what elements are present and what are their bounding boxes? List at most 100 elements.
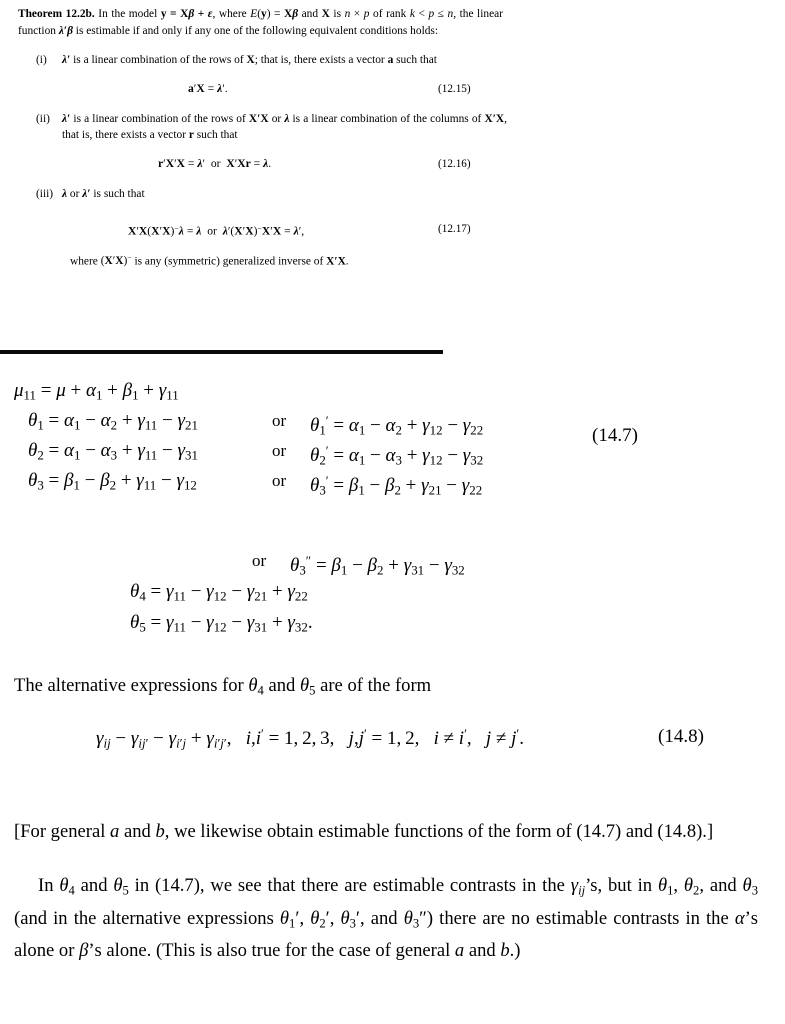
theorem-line2-c: is estimable if and only if any one of [72,24,243,37]
para2-theta3: θ3 [742,875,758,898]
matrix-dimensions: n × p [344,8,370,20]
equation-block-14-7-continued: or θ3″ = β1 − β2 + γ31 − γ32 θ4 = γ11 − … [14,545,714,638]
para2-theta2-prime: θ2′ [310,907,330,931]
theorem-intro-2: , where [212,8,251,20]
or-label-theta2: or [272,441,287,460]
condition-ii-text-f: is a linear combination of [289,112,410,125]
para2-text-i: ) there are no estimable contrasts in th… [426,907,735,929]
condition-i-text-b: is a linear combination of the rows of [70,54,247,67]
para2-alpha: α [734,907,745,929]
rank-condition: k < p ≤ n [409,8,454,20]
alt-text-b: and [263,675,301,696]
expectation-equation: E(y) = Xβ [250,8,299,20]
para2-gamma-ij: γij [570,875,586,898]
eqno-12-17: (12.17) [438,222,471,235]
section-divider-rule [0,350,443,354]
where-text-a: where [70,255,101,268]
para2-theta5: θ5 [113,875,129,898]
equation-12-16: r′X′X = λ′ or X′Xr = λ. [158,156,272,170]
eqno-14-8: (14.8) [658,726,704,747]
eqno-14-7: (14.7) [592,425,638,446]
or-label-theta3pp: or [252,551,267,570]
eqno-12-15: (12.15) [438,82,471,95]
equation-12-15: a′X = λ′. [188,81,228,95]
theorem-block: Theorem 12.2b. In the model y = Xβ + ε, … [18,6,507,270]
or-label-theta3: or [272,471,287,490]
para2-text-m: .) [509,940,521,962]
equation-row-theta3-doubleprime: or θ3″ = β1 − β2 + γ31 − γ32 [14,545,714,577]
condition-i: (i) λ′ is a linear combination of the ro… [36,52,507,69]
theta4-inline: θ4 [248,675,264,698]
theorem-statement: Theorem 12.2b. In the model y = Xβ + ε, … [18,6,503,39]
equation-12-16-row: r′X′X = λ′ or X′Xr = λ. (12.16) [18,156,503,173]
condition-iii-text-b: or [67,187,83,200]
theorem-intro-3: and [298,8,322,20]
condition-ii-number: (ii) [36,112,50,125]
where-text-c: is any (symmetric) generalized inverse o… [131,255,327,268]
equation-row-theta3: θ3 = β1 − β2 + γ11 − γ12 or θ3′ = β1 − β… [14,466,774,497]
para2-beta: β [79,940,89,962]
matrix-XtX-ii-2: X′X [484,112,505,125]
para2-text-a: In [38,875,60,896]
para2-text-c: in (14.7), we see that there are estimab… [128,875,571,896]
para2-text-f: , and [699,875,743,896]
condition-i-text-d: ; that is, there exists a vector [254,54,388,67]
eqno-12-16: (12.16) [438,157,471,170]
condition-ii-text-d: or [268,112,285,125]
para2-theta1: θ1 [657,875,674,898]
para2-theta1-prime: θ1′ [279,907,300,931]
para2-text-l: and [464,940,501,962]
para2-theta2: θ2 [683,875,700,898]
para2-text-b: and [74,875,114,896]
gen-inverse-symbol: (X′X)− [100,253,132,268]
equation-block-14-7: μ11 = μ + α1 + β1 + γ11 θ1 = α1 − α2 + γ… [14,376,774,497]
equation-row-theta2: θ2 = α1 − α3 + γ11 − γ31 or θ2′ = α1 − α… [14,436,774,467]
matrix-XtX-ii-1: X′X [248,112,269,125]
lambda-prime-iii: λ′ [82,187,91,200]
theorem-line2-a: of rank [373,8,410,20]
matrix-X: X [321,8,330,20]
theorem-label: Theorem 12.2b. [18,8,95,20]
alternative-expressions-line: The alternative expressions for θ4 and θ… [14,672,754,705]
condition-ii-text-b: is a linear combination of the rows of [70,112,249,125]
condition-ii-text-g: the columns of [413,112,485,125]
linear-function: λ′β [58,24,73,37]
equation-14-8-expression: γij − γij′ − γi′j + γi′j′, i,i′ = 1, 2, … [96,726,524,751]
theta5-inline: θ5 [300,675,316,698]
model-equation: y = Xβ + ε [160,8,213,20]
equation-row-theta5: θ5 = γ11 − γ12 − γ31 + γ32. [14,607,714,638]
para2-text-h: , and [360,907,404,929]
or-label-theta1: or [272,411,287,430]
para2-theta3-doubleprime: θ3″ [403,907,427,931]
theorem-intro-1: In the model [98,8,161,20]
paragraph-general-a-b: [For general a and b, we likewise obtain… [14,818,758,845]
generalized-inverse-note: where (X′X)− is any (symmetric) generali… [70,251,503,270]
para1-text-a: [For general [14,821,111,842]
matrix-XtX-where: X′X [326,255,346,268]
matrix-X-i: X [246,54,255,67]
theorem-intro-4: is [329,8,345,20]
para2-text-d: ’s, but in [585,875,658,896]
equation-12-17: X′X(X′X)−λ = λ or λ′(X′X)−X′X = λ′, [128,223,305,238]
condition-iii: (iii) λ or λ′ is such that [36,186,507,203]
alt-text-c: are of the form [315,675,432,696]
para2-text-e: , [673,875,684,896]
para2-text-k: ’s alone. (This is also true for the cas… [88,940,455,962]
para2-var-b: b [500,940,510,962]
condition-iii-number: (iii) [36,187,54,200]
para2-theta4: θ4 [59,875,75,898]
theta5-equation: θ5 = γ11 − γ12 − γ31 + γ32. [130,612,313,635]
para1-var-a: a [110,821,120,842]
condition-iii-text-d: is such that [90,187,145,200]
para2-sep-2: , [329,907,341,929]
para2-sep-1: , [299,907,311,929]
condition-i-number: (i) [36,54,47,67]
alt-text-a: The alternative expressions for [14,675,249,696]
para2-theta3-prime: θ3′ [340,907,360,931]
equation-row-theta1: θ1 = α1 − α2 + γ11 − γ21 or θ1′ = α1 − α… [14,406,774,437]
equation-block-14-8: γij − γij′ − γi′j + γi′j′, i,i′ = 1, 2, … [0,726,785,758]
para1-text-c: , we likewise obtain estimable functions… [164,821,714,842]
condition-ii: (ii) λ′ is a linear combination of the r… [36,111,507,144]
equation-row-mu11: μ11 = μ + α1 + β1 + γ11 [14,376,774,406]
equation-row-theta4: θ4 = γ11 − γ12 − γ21 + γ22 [14,576,714,607]
